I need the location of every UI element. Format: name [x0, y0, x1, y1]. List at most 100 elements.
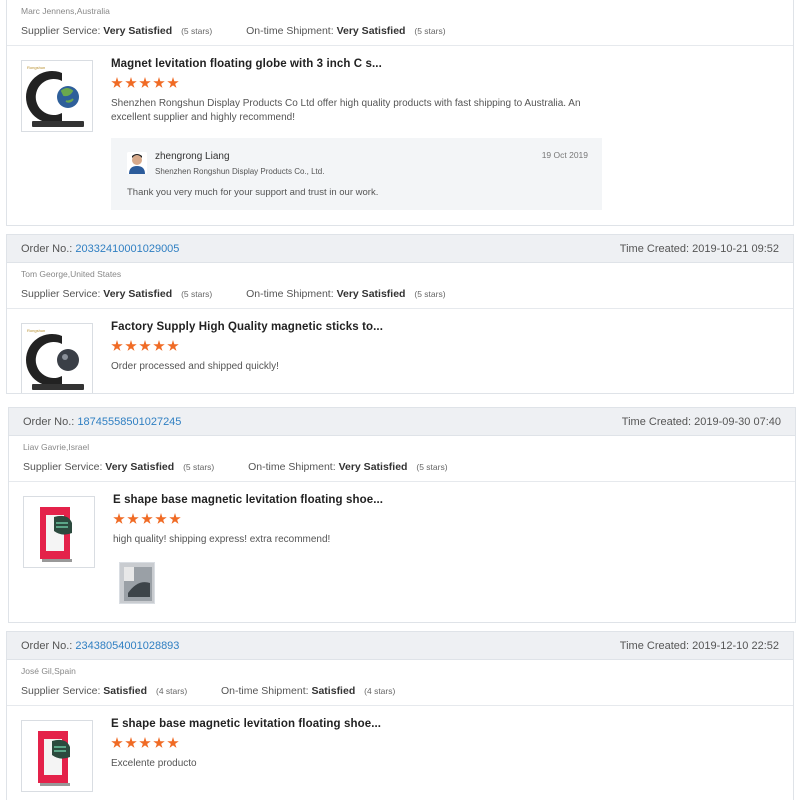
rating-stars [113, 513, 775, 527]
review-photo-icon [120, 563, 154, 603]
supplier-stars-count: (4 stars) [155, 686, 188, 696]
star-icon [125, 340, 137, 351]
star-icon [125, 77, 137, 88]
product-title[interactable]: Factory Supply High Quality magnetic sti… [111, 321, 773, 333]
star-icon [139, 340, 151, 351]
star-icon [155, 513, 167, 524]
rating-stars [111, 77, 773, 91]
shipment-value: Very Satisfied [336, 25, 406, 37]
time-value: 2019-10-21 09:52 [692, 242, 779, 255]
supplier-service-value: Very Satisfied [103, 288, 173, 300]
star-icon [153, 340, 165, 351]
buyer-name: Tom George,United States [21, 269, 122, 279]
buyer-name: Liav Gavrie,Israel [23, 442, 90, 452]
supplier-service-value: Satisfied [103, 685, 148, 697]
review-content: E shape base magnetic levitation floatin… [113, 494, 775, 547]
review-content: E shape base magnetic levitation floatin… [111, 718, 773, 771]
star-icon [111, 737, 123, 748]
time-label: Time Created: [619, 242, 690, 255]
svg-text:Rongshun: Rongshun [27, 328, 45, 333]
time-created: Time Created: 2019-09-30 07:40 [622, 416, 781, 428]
shipment-label: On-time Shipment: [221, 685, 309, 697]
reply-author-name: zhengrong Liang [155, 151, 230, 162]
supplier-service-label: Supplier Service: [21, 685, 101, 697]
floating-shoe-icon [24, 497, 94, 567]
star-icon [167, 340, 179, 351]
order-number-link[interactable]: 23438054001028893 [75, 640, 179, 652]
product-thumbnail[interactable] [21, 720, 93, 792]
order-label: Order No.: [21, 242, 73, 255]
order-number: Order No.: 23438054001028893 [21, 640, 179, 652]
product-title[interactable]: E shape base magnetic levitation floatin… [111, 718, 773, 730]
star-icon [167, 737, 179, 748]
review-meta: Tom George,United States Supplier Servic… [7, 263, 793, 309]
shipment-stars-count: (5 stars) [416, 462, 448, 472]
time-value: 2019-09-30 07:40 [694, 415, 781, 428]
review-text: Shenzhen Rongshun Display Products Co Lt… [111, 98, 581, 123]
review-text: Excelente producto [111, 758, 197, 769]
reply-company: Shenzhen Rongshun Display Products Co., … [155, 167, 325, 176]
supplier-service-label: Supplier Service: [21, 288, 101, 300]
order-label: Order No.: [21, 639, 73, 652]
order-number: Order No.: 20332410001029005 [21, 243, 179, 255]
svg-text:Rongshun: Rongshun [27, 65, 45, 70]
star-icon [125, 737, 137, 748]
order-header: Order No.: 18745558501027245 Time Create… [9, 408, 795, 436]
shipment-value: Satisfied [311, 685, 356, 697]
star-icon [111, 77, 123, 88]
product-title[interactable]: E shape base magnetic levitation floatin… [113, 494, 775, 506]
shipment-label: On-time Shipment: [246, 25, 334, 37]
order-number: Order No.: 18745558501027245 [23, 416, 181, 428]
shipment-value: Very Satisfied [338, 461, 408, 473]
levitating-globe-icon: Rongshun [22, 324, 92, 393]
shipment-label: On-time Shipment: [246, 288, 334, 300]
star-icon [139, 737, 151, 748]
review-card-3: Order No.: 18745558501027245 Time Create… [8, 407, 796, 623]
star-icon [139, 77, 151, 88]
time-value: 2019-12-10 22:52 [692, 639, 779, 652]
review-meta: José Gil,Spain Supplier Service: Satisfi… [7, 660, 793, 706]
product-title[interactable]: Magnet levitation floating globe with 3 … [111, 58, 773, 70]
order-header: Order No.: 23438054001028893 Time Create… [7, 632, 793, 660]
review-card-1: Marc Jennens,Australia Supplier Service:… [6, 0, 794, 226]
review-card-4: Order No.: 23438054001028893 Time Create… [6, 631, 794, 800]
star-icon [167, 77, 179, 88]
product-thumbnail[interactable] [23, 496, 95, 568]
product-thumbnail[interactable]: Rongshun [21, 60, 93, 132]
supplier-service-label: Supplier Service: [23, 461, 103, 473]
review-text: high quality! shipping express! extra re… [113, 534, 331, 545]
star-icon [141, 513, 153, 524]
shipment-stars-count: (5 stars) [414, 26, 446, 36]
order-number-link[interactable]: 20332410001029005 [75, 243, 179, 255]
star-icon [127, 513, 139, 524]
review-meta: Liav Gavrie,Israel Supplier Service: Ver… [9, 436, 795, 482]
rating-stars [111, 340, 773, 354]
review-photo[interactable] [119, 562, 155, 604]
reply-date: 19 Oct 2019 [541, 150, 588, 160]
supplier-stars-count: (5 stars) [183, 462, 215, 472]
review-text: Order processed and shipped quickly! [111, 361, 279, 372]
review-meta: Marc Jennens,Australia Supplier Service:… [7, 0, 793, 46]
buyer-name: Marc Jennens,Australia [21, 6, 110, 16]
shipment-stars-count: (5 stars) [414, 289, 446, 299]
time-label: Time Created: [619, 639, 690, 652]
star-icon [153, 77, 165, 88]
star-icon [153, 737, 165, 748]
ratings-row: Supplier Service: Very Satisfied (5 star… [23, 461, 781, 473]
floating-shoe-icon [22, 721, 92, 791]
supplier-service-value: Very Satisfied [103, 25, 173, 37]
review-content: Factory Supply High Quality magnetic sti… [111, 321, 773, 374]
order-number-link[interactable]: 18745558501027245 [77, 416, 181, 428]
time-created: Time Created: 2019-12-10 22:52 [620, 640, 779, 652]
ratings-row: Supplier Service: Satisfied (4 stars) On… [21, 685, 779, 697]
supplier-stars-count: (5 stars) [181, 289, 213, 299]
ratings-row: Supplier Service: Very Satisfied (5 star… [21, 25, 779, 37]
product-thumbnail[interactable]: Rongshun [21, 323, 93, 393]
levitating-globe-icon: Rongshun [22, 61, 92, 131]
ratings-row: Supplier Service: Very Satisfied (5 star… [21, 288, 779, 300]
supplier-reply: zhengrong Liang Shenzhen Rongshun Displa… [111, 138, 602, 210]
buyer-name: José Gil,Spain [21, 666, 76, 676]
supplier-stars-count: (5 stars) [181, 26, 213, 36]
review-content: Magnet levitation floating globe with 3 … [111, 58, 773, 125]
order-header: Order No.: 20332410001029005 Time Create… [7, 235, 793, 263]
